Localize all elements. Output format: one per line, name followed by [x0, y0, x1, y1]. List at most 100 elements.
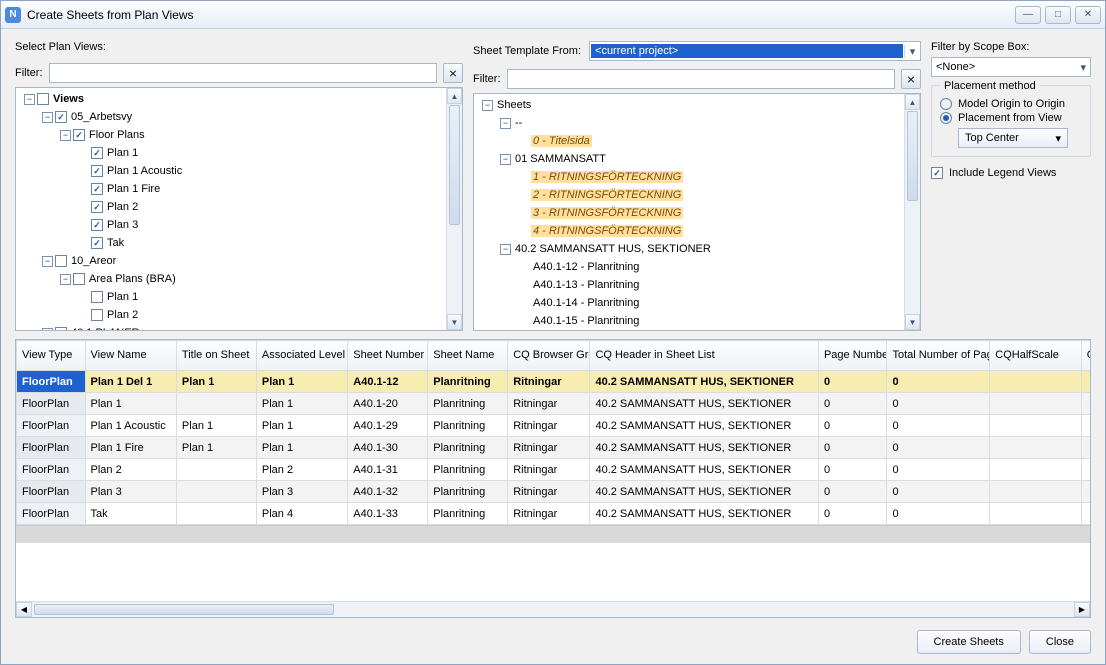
- hscroll-track[interactable]: [32, 602, 1074, 617]
- column-header[interactable]: Total Number of Pages: [887, 341, 990, 371]
- tree-node[interactable]: Plan 1 Fire: [16, 180, 462, 198]
- column-header[interactable]: Sheet Number: [348, 341, 428, 371]
- table-cell[interactable]: Planritning: [428, 481, 508, 503]
- scroll-down-icon[interactable]: ▼: [905, 314, 920, 330]
- column-header[interactable]: CQ Browser Group: [508, 341, 590, 371]
- tree-node[interactable]: 2 - RITNINGSFÖRTECKNING: [474, 186, 920, 204]
- collapse-icon[interactable]: −: [500, 244, 511, 255]
- checkbox-icon[interactable]: [55, 327, 67, 331]
- checkbox-icon[interactable]: [91, 165, 103, 177]
- table-cell[interactable]: 0: [887, 503, 990, 525]
- radio-placement-from-view[interactable]: Placement from View: [940, 112, 1082, 124]
- table-cell[interactable]: Plan 1: [256, 393, 347, 415]
- scroll-up-icon[interactable]: ▲: [905, 94, 920, 110]
- plan-views-tree[interactable]: −Views−05_Arbetsvy−Floor PlansPlan 1Plan…: [15, 87, 463, 331]
- table-cell[interactable]: 0: [887, 393, 990, 415]
- table-cell[interactable]: [990, 481, 1081, 503]
- radio-model-origin[interactable]: Model Origin to Origin: [940, 98, 1082, 110]
- checkbox-icon[interactable]: [91, 183, 103, 195]
- create-sheets-button[interactable]: Create Sheets: [917, 630, 1021, 654]
- table-cell[interactable]: Planritning: [428, 503, 508, 525]
- table-cell[interactable]: [1081, 459, 1090, 481]
- table-cell[interactable]: [1081, 503, 1090, 525]
- checkbox-icon[interactable]: [37, 93, 49, 105]
- column-header[interactable]: Sheet Name: [428, 341, 508, 371]
- table-cell[interactable]: [1081, 393, 1090, 415]
- placement-position-select[interactable]: Top Center ▾: [958, 128, 1068, 148]
- scroll-down-icon[interactable]: ▼: [447, 314, 462, 330]
- table-cell[interactable]: [990, 393, 1081, 415]
- column-header[interactable]: CQ Header in Sheet List: [590, 341, 818, 371]
- scroll-thumb[interactable]: [907, 111, 918, 201]
- column-header[interactable]: Title on Sheet: [176, 341, 256, 371]
- table-cell[interactable]: 40.2 SAMMANSATT HUS, SEKTIONER: [590, 393, 818, 415]
- column-header[interactable]: Page Number: [818, 341, 887, 371]
- tree-node[interactable]: 1 - RITNINGSFÖRTECKNING: [474, 168, 920, 186]
- filter-input-left[interactable]: [49, 63, 438, 83]
- table-cell[interactable]: FloorPlan: [17, 415, 86, 437]
- collapse-icon[interactable]: −: [42, 328, 53, 332]
- table-row[interactable]: FloorPlanPlan 1 Del 1Plan 1Plan 1A40.1-1…: [17, 371, 1091, 393]
- table-cell[interactable]: Plan 1: [85, 393, 176, 415]
- table-cell[interactable]: A40.1-31: [348, 459, 428, 481]
- checkbox-icon[interactable]: [91, 147, 103, 159]
- scroll-right-icon[interactable]: ▶: [1074, 602, 1090, 617]
- scrollbar-mid[interactable]: ▲ ▼: [904, 94, 920, 330]
- tree-node[interactable]: A40.1-16 - Planritning: [474, 330, 920, 331]
- table-cell[interactable]: FloorPlan: [17, 481, 86, 503]
- table-cell[interactable]: Plan 1: [176, 415, 256, 437]
- column-header[interactable]: Associated Level: [256, 341, 347, 371]
- checkbox-icon[interactable]: [91, 201, 103, 213]
- tree-node[interactable]: Plan 1: [16, 144, 462, 162]
- checkbox-icon[interactable]: [91, 291, 103, 303]
- table-cell[interactable]: Planritning: [428, 393, 508, 415]
- sheet-template-select[interactable]: <current project> ▾: [589, 41, 921, 61]
- table-cell[interactable]: Ritningar: [508, 481, 590, 503]
- tree-node[interactable]: Plan 1 Acoustic: [16, 162, 462, 180]
- column-header[interactable]: CQHalfScale: [990, 341, 1081, 371]
- collapse-icon[interactable]: −: [500, 154, 511, 165]
- table-cell[interactable]: Plan 2: [85, 459, 176, 481]
- tree-node[interactable]: Plan 2: [16, 306, 462, 324]
- tree-node[interactable]: 4 - RITNINGSFÖRTECKNING: [474, 222, 920, 240]
- checkbox-icon[interactable]: [91, 219, 103, 231]
- checkbox-icon[interactable]: [73, 273, 85, 285]
- table-cell[interactable]: 40.2 SAMMANSATT HUS, SEKTIONER: [590, 503, 818, 525]
- table-cell[interactable]: A40.1-30: [348, 437, 428, 459]
- tree-node[interactable]: −Views: [16, 90, 462, 108]
- collapse-icon[interactable]: −: [60, 274, 71, 285]
- table-cell[interactable]: [176, 481, 256, 503]
- column-header[interactable]: View Type: [17, 341, 86, 371]
- table-cell[interactable]: 40.2 SAMMANSATT HUS, SEKTIONER: [590, 459, 818, 481]
- table-cell[interactable]: 40.2 SAMMANSATT HUS, SEKTIONER: [590, 481, 818, 503]
- table-cell[interactable]: FloorPlan: [17, 393, 86, 415]
- table-cell[interactable]: [990, 437, 1081, 459]
- tree-node[interactable]: 3 - RITNINGSFÖRTECKNING: [474, 204, 920, 222]
- table-cell[interactable]: Plan 1: [256, 437, 347, 459]
- table-cell[interactable]: A40.1-33: [348, 503, 428, 525]
- tree-node[interactable]: Plan 3: [16, 216, 462, 234]
- table-cell[interactable]: Ritningar: [508, 437, 590, 459]
- clear-filter-mid[interactable]: ⨯: [901, 69, 921, 89]
- collapse-icon[interactable]: −: [60, 130, 71, 141]
- table-cell[interactable]: 0: [818, 371, 887, 393]
- table-row[interactable]: FloorPlanPlan 2Plan 2A40.1-31Planritning…: [17, 459, 1091, 481]
- collapse-icon[interactable]: −: [24, 94, 35, 105]
- table-cell[interactable]: 40.2 SAMMANSATT HUS, SEKTIONER: [590, 415, 818, 437]
- scroll-up-icon[interactable]: ▲: [447, 88, 462, 104]
- column-header[interactable]: CQScale: [1081, 341, 1090, 371]
- scroll-left-icon[interactable]: ◀: [16, 602, 32, 617]
- filter-input-mid[interactable]: [507, 69, 896, 89]
- checkbox-icon[interactable]: [55, 255, 67, 267]
- scroll-thumb[interactable]: [449, 105, 460, 225]
- collapse-icon[interactable]: −: [500, 118, 511, 129]
- checkbox-icon[interactable]: [73, 129, 85, 141]
- table-row[interactable]: FloorPlanTakPlan 4A40.1-33PlanritningRit…: [17, 503, 1091, 525]
- tree-node[interactable]: −40.1 PLANER: [16, 324, 462, 331]
- table-cell[interactable]: Tak: [85, 503, 176, 525]
- table-row[interactable]: FloorPlanPlan 3Plan 3A40.1-32Planritning…: [17, 481, 1091, 503]
- table-cell[interactable]: [1081, 437, 1090, 459]
- table-cell[interactable]: A40.1-12: [348, 371, 428, 393]
- table-cell[interactable]: FloorPlan: [17, 437, 86, 459]
- table-cell[interactable]: 0: [818, 459, 887, 481]
